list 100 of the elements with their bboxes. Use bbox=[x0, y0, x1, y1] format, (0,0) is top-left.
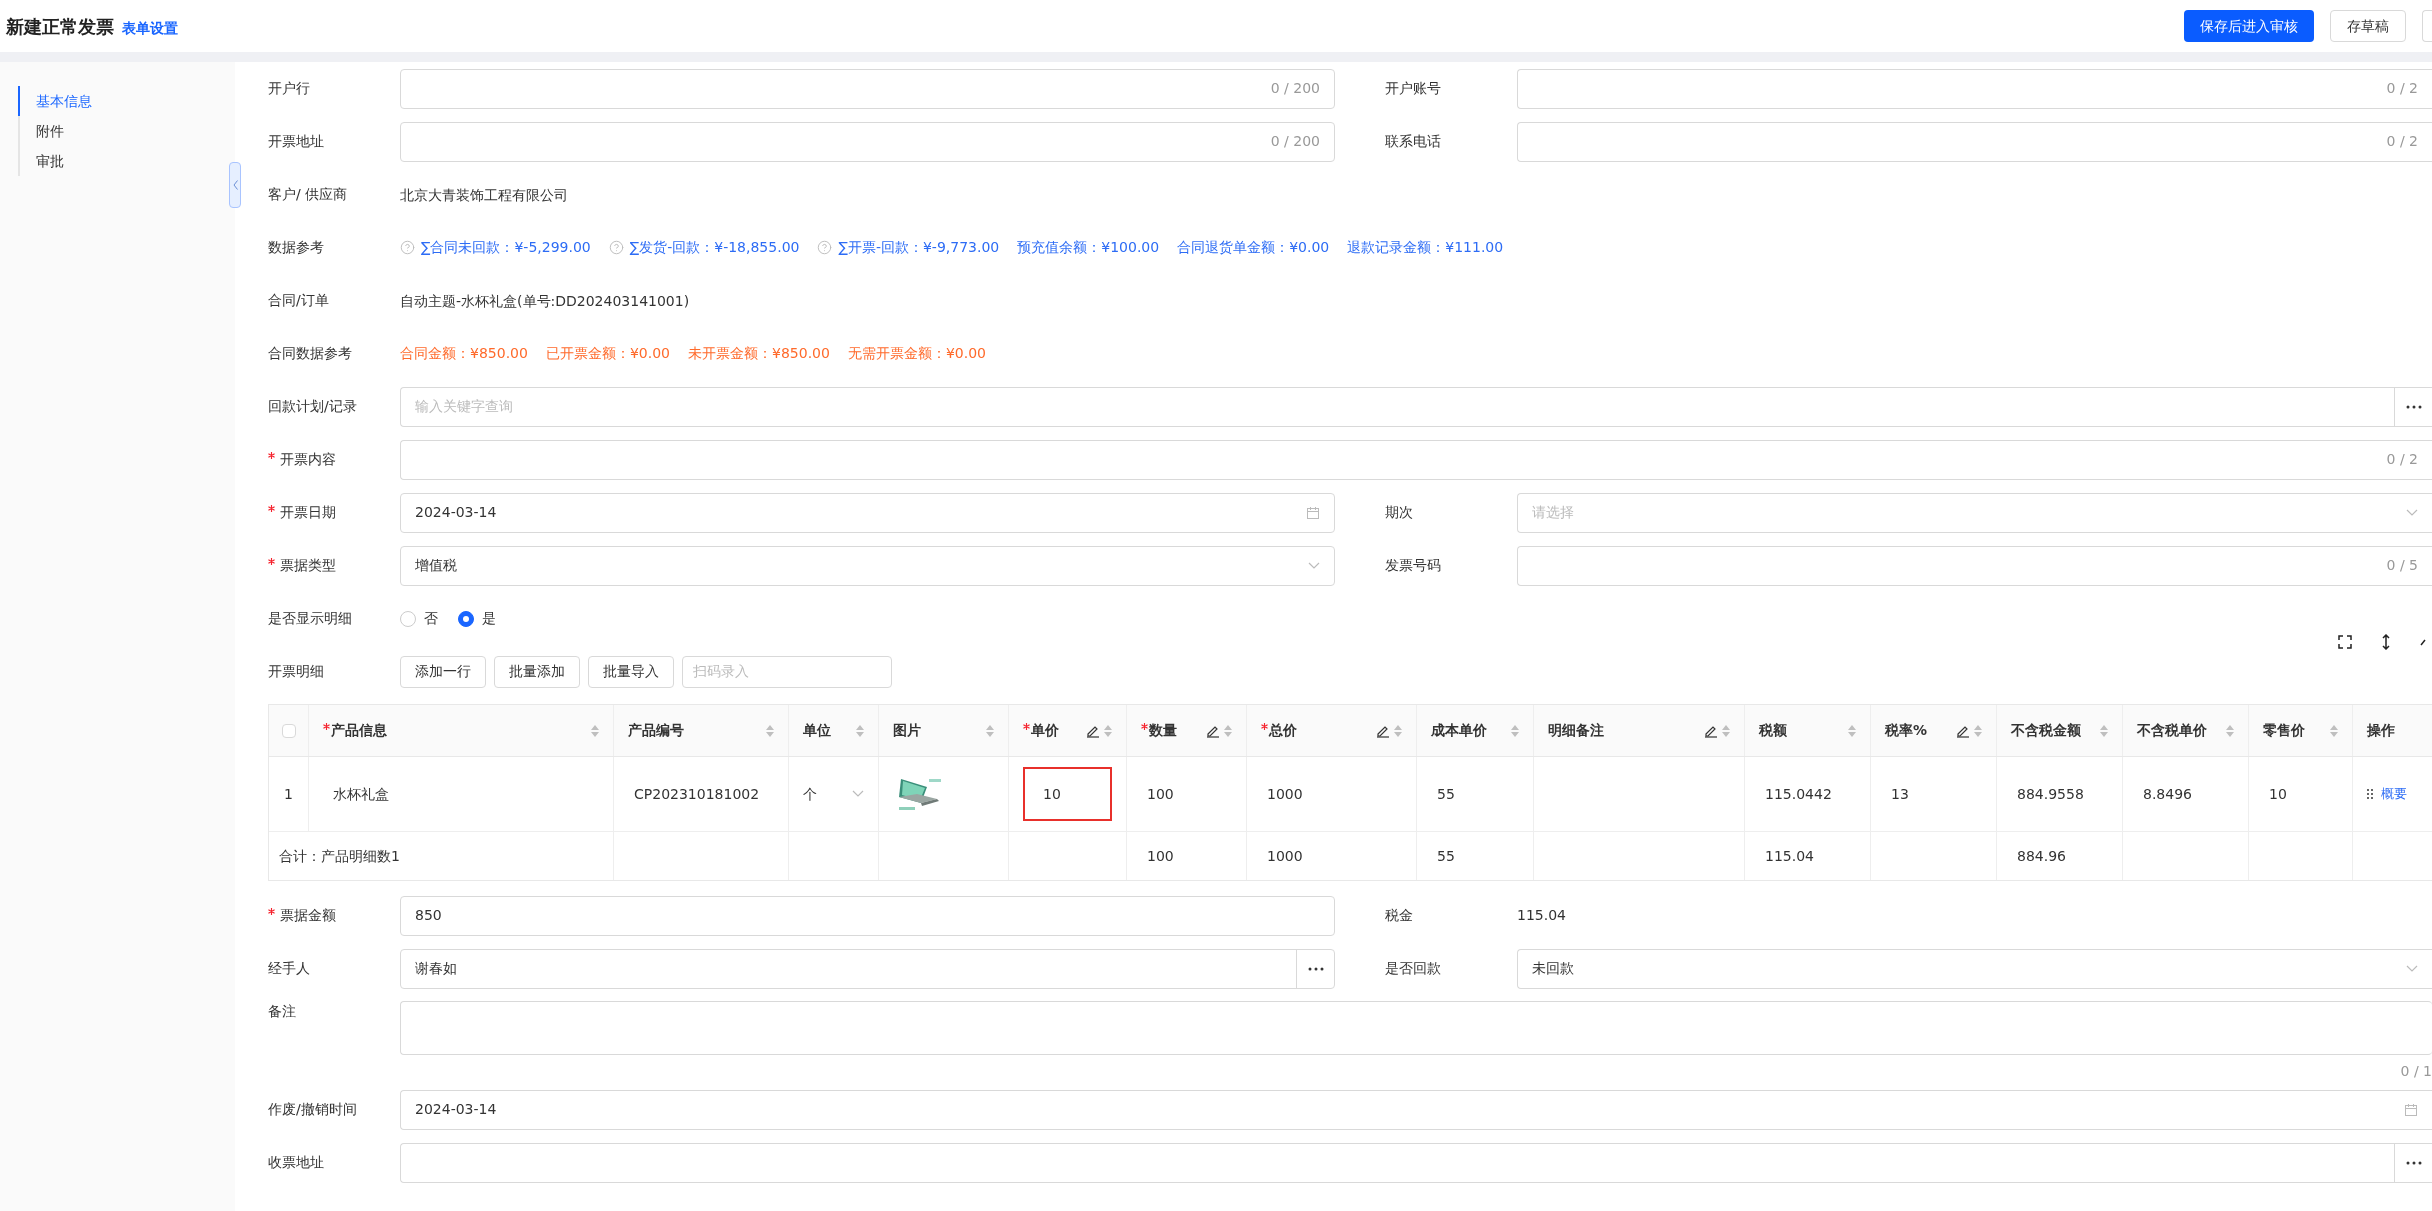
column-header: 不含税金额 bbox=[2011, 721, 2081, 740]
toolbar-button[interactable]: 批量添加 bbox=[494, 655, 580, 688]
character-counter: 0 / 2 bbox=[2386, 79, 2418, 98]
chevron-down-icon bbox=[2406, 508, 2418, 517]
field-value: 850 bbox=[415, 906, 442, 925]
reference-amount: 已开票金额：¥0.00 bbox=[545, 344, 670, 363]
radio-label: 否 bbox=[424, 609, 438, 628]
field-value: 115.04 bbox=[1517, 906, 1566, 925]
table-cell-text: 100 bbox=[1146, 846, 1174, 866]
date-field[interactable]: 2024-03-14 bbox=[400, 492, 1335, 533]
collapse-handle[interactable] bbox=[229, 162, 241, 208]
more-button[interactable] bbox=[2422, 10, 2432, 42]
sidebar-item[interactable]: 基本信息 bbox=[18, 86, 168, 116]
sort-icon[interactable] bbox=[1511, 724, 1519, 737]
table-cell-text: 55 bbox=[1436, 784, 1455, 804]
required-icon bbox=[1023, 723, 1030, 730]
field-value: 谢春如 bbox=[415, 960, 457, 976]
sort-icon[interactable] bbox=[1848, 724, 1856, 737]
help-icon[interactable] bbox=[817, 240, 833, 255]
character-counter: 0 / 200 bbox=[1270, 132, 1320, 151]
sort-icon[interactable] bbox=[856, 724, 864, 737]
reference-amount: 合同退货单金额：¥0.00 bbox=[1177, 238, 1330, 257]
help-icon[interactable] bbox=[608, 240, 624, 255]
fullscreen-icon[interactable] bbox=[2338, 635, 2352, 649]
row-height-icon[interactable] bbox=[2382, 634, 2390, 650]
sort-icon[interactable] bbox=[766, 724, 774, 737]
sort-icon[interactable] bbox=[1104, 724, 1112, 737]
more-icon bbox=[2405, 404, 2422, 409]
sidebar-item[interactable]: 审批 bbox=[18, 146, 168, 176]
field-label: 开票明细 bbox=[268, 662, 324, 681]
sort-icon[interactable] bbox=[2100, 724, 2108, 737]
field-label: 回款计划/记录 bbox=[268, 397, 357, 416]
table-cell-text: CP202310181002 bbox=[633, 784, 760, 804]
field-label: 开票内容 bbox=[280, 450, 336, 469]
required-icon bbox=[1141, 723, 1148, 730]
column-header: 税额 bbox=[1759, 721, 1787, 740]
field-label: 经手人 bbox=[268, 959, 310, 978]
sort-icon[interactable] bbox=[2226, 724, 2234, 737]
column-header: 单价 bbox=[1031, 721, 1059, 740]
summary-link[interactable]: 概要 bbox=[2381, 784, 2407, 804]
required-icon bbox=[268, 452, 275, 459]
table-cell-text: 13 bbox=[1890, 784, 1909, 804]
column-header: 税率% bbox=[1885, 721, 1928, 740]
required-icon bbox=[1261, 723, 1268, 730]
sort-icon[interactable] bbox=[2330, 724, 2338, 737]
drag-handle-icon[interactable] bbox=[2367, 789, 2373, 799]
form-settings-link[interactable]: 表单设置 bbox=[122, 17, 178, 39]
field-label: 联系电话 bbox=[1385, 132, 1441, 151]
field-label: 是否回款 bbox=[1385, 959, 1441, 978]
field-label: 票据类型 bbox=[280, 556, 336, 575]
field-label: 发票号码 bbox=[1385, 556, 1441, 575]
reference-amount: ∑合同未回款：¥-5,299.00 bbox=[421, 238, 591, 257]
column-header: 不含税单价 bbox=[2137, 721, 2207, 740]
chevron-down-icon bbox=[1308, 561, 1320, 570]
sort-icon[interactable] bbox=[1224, 724, 1232, 737]
table-cell-text: 10 bbox=[2268, 784, 2287, 804]
toolbar-button[interactable]: 添加一行 bbox=[400, 655, 486, 688]
required-icon bbox=[268, 908, 275, 915]
column-header: 零售价 bbox=[2263, 721, 2305, 740]
calendar-icon bbox=[1306, 505, 1320, 520]
table-cell-text: 884.96 bbox=[2016, 846, 2066, 866]
sort-icon[interactable] bbox=[591, 724, 599, 737]
sidebar-item[interactable]: 附件 bbox=[18, 116, 168, 146]
chevron-left-icon bbox=[232, 180, 238, 190]
character-counter: 0 / 5 bbox=[2386, 556, 2418, 575]
unit-select[interactable]: 个 bbox=[803, 783, 817, 805]
collapse-icon[interactable] bbox=[2420, 638, 2428, 646]
field-value: 2024-03-14 bbox=[415, 1100, 497, 1119]
reference-amount: 未开票金额：¥850.00 bbox=[688, 344, 830, 363]
reference-amount: 退款记录金额：¥111.00 bbox=[1347, 238, 1504, 257]
radio-label: 是 bbox=[482, 609, 496, 628]
checkbox[interactable] bbox=[281, 723, 296, 738]
row-number: 1 bbox=[284, 784, 293, 804]
sort-icon[interactable] bbox=[1722, 724, 1730, 737]
save-draft-button[interactable]: 存草稿 bbox=[2330, 10, 2406, 42]
date-field[interactable]: 2024-03-14 bbox=[400, 1089, 2432, 1130]
sort-icon[interactable] bbox=[986, 724, 994, 737]
save-and-review-button[interactable]: 保存后进入审核 bbox=[2184, 10, 2314, 42]
required-icon bbox=[323, 723, 330, 730]
field-label: 开票地址 bbox=[268, 132, 324, 151]
table-cell-text: 55 bbox=[1436, 846, 1455, 866]
sort-icon[interactable] bbox=[1394, 724, 1402, 737]
field-label: 合同数据参考 bbox=[268, 344, 352, 363]
radio-button[interactable] bbox=[458, 610, 474, 627]
character-counter: 0 / 2 bbox=[2386, 450, 2418, 469]
field-label: 开票日期 bbox=[280, 503, 336, 522]
page-title: 新建正常发票 bbox=[6, 14, 114, 39]
reference-amount: 合同金额：¥850.00 bbox=[400, 344, 528, 363]
select-field[interactable]: 未回款 bbox=[1517, 948, 2432, 989]
lookup-field[interactable] bbox=[400, 1142, 2432, 1183]
help-icon[interactable] bbox=[400, 240, 415, 255]
sort-icon[interactable] bbox=[1974, 724, 1982, 737]
price-cell[interactable]: 10 bbox=[1023, 767, 1112, 821]
chevron-down-icon bbox=[2406, 964, 2418, 973]
lookup-field[interactable]: 谢春如 bbox=[400, 948, 1335, 989]
column-header: 产品信息 bbox=[331, 721, 387, 740]
text-field[interactable]: 850 bbox=[400, 895, 1335, 936]
toolbar-button[interactable]: 批量导入 bbox=[588, 655, 674, 688]
select-field[interactable]: 增值税 bbox=[400, 545, 1335, 586]
table-cell-text: 115.0442 bbox=[1764, 784, 1832, 804]
